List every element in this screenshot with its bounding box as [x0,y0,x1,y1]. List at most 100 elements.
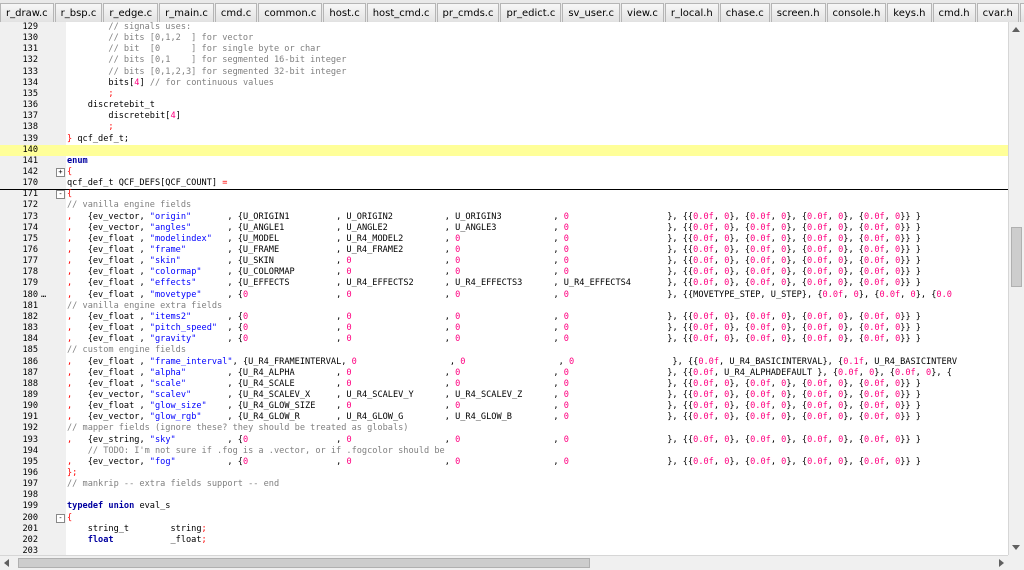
code-line[interactable]: 178, {ev_float , "colormap" , {U_COLORMA… [0,267,1008,278]
code-line[interactable]: 200 -{ [0,513,1008,524]
code-line[interactable]: 139} qcf_def_t; [0,134,1008,145]
code-line[interactable]: 174, {ev_vector, "angles" , {U_ANGLE1 , … [0,223,1008,234]
line-number: 192 [22,423,38,434]
code-line[interactable]: 131 // bit [0 ] for single byte or char [0,44,1008,55]
tab-file[interactable]: r_edge.c [103,3,159,22]
code-line[interactable]: 138 ; [0,122,1008,133]
code-token: , [770,245,782,255]
horizontal-scrollbar[interactable] [0,555,1008,570]
fold-collapse-icon[interactable]: - [56,190,65,200]
code-line[interactable]: 132 // bits [0,1 ] for segmented 16-bit … [0,55,1008,66]
code-line[interactable]: 172 // vanilla engine fields [0,200,1008,211]
code-token: , { [175,434,243,445]
code-line[interactable]: 133 // bits [0,1,2,3] for segmented 32-b… [0,67,1008,78]
code-token: }, { [786,245,808,255]
scroll-left-arrow-icon[interactable] [4,559,9,567]
fold-expand-icon[interactable]: + [56,167,65,177]
tab-file[interactable]: pr_edict.c [500,3,562,22]
code-token: // mapper fields (ignore these? they sho… [67,423,409,434]
code-line[interactable]: 202 float _float; [0,535,1008,546]
code-line[interactable]: 188, {ev_float , "scale" , {U_R4_SCALE ,… [0,379,1008,390]
tab-label: host_cmd.c [372,8,430,19]
tab-file[interactable]: host.c [323,3,366,22]
code-line[interactable]: 192 // mapper fields (ignore these? they … [0,423,1008,434]
tab-file[interactable]: r_main.c [159,3,214,22]
code-line[interactable]: 201 string_t string; [0,524,1008,535]
code-line[interactable]: 173, {ev_vector, "origin" , {U_ORIGIN1 ,… [0,212,1008,223]
code-line[interactable]: 203 [0,546,1008,555]
code-line[interactable]: 175, {ev_float , "modelindex" , {U_MODEL… [0,234,1008,245]
code-text: float _float; [67,535,207,546]
code-line[interactable]: 186, {ev_float , "frame_interval", {U_R4… [0,357,1008,368]
code-line[interactable]: 179, {ev_float , "effects" , {U_EFFECTS … [0,278,1008,289]
code-line[interactable]: 189, {ev_vector, "scalev" , {U_R4_SCALEV… [0,390,1008,401]
tab-file[interactable]: keys.h [887,3,932,22]
code-line[interactable]: 180… , {ev_float , "movetype" , {0 , 0 , … [0,290,1008,301]
code-line[interactable]: 197 // mankrip -- extra fields support --… [0,479,1008,490]
scroll-right-arrow-icon[interactable] [999,559,1004,567]
code-token: 0.0f [807,311,828,322]
code-line[interactable]: 136 discretebit_t [0,100,1008,111]
code-line[interactable]: 198 [0,490,1008,501]
code-line[interactable]: 181 // vanilla engine extra fields [0,301,1008,312]
code-token: , [900,289,911,300]
code-line[interactable]: 142 +{ [0,167,1008,178]
code-text: ; [67,122,113,133]
code-line[interactable]: 191, {ev_vector, "glow_rgb" , {U_R4_GLOW… [0,412,1008,423]
code-line[interactable]: 176, {ev_float , "frame" , {U_FRAME , U_… [0,245,1008,256]
tab-file[interactable]: common.c [258,3,323,22]
vertical-scrollbar[interactable] [1008,22,1024,555]
code-line[interactable]: 129 // signals uses: [0,22,1008,33]
code-token: }, { [843,456,865,467]
tab-file[interactable]: screen.h [770,3,826,22]
scroll-up-arrow-icon[interactable] [1012,27,1020,32]
tab-file[interactable]: view.c [621,3,664,22]
code-line[interactable]: 130 // bits [0,1,2 ] for vector [0,33,1008,44]
code-line[interactable]: 141 enum [0,156,1008,167]
code-token: { [67,166,73,177]
code-editor[interactable]: 129 // signals uses: 130 // bits [0,1,2 ]… [0,22,1008,555]
code-line[interactable]: 185 // custom engine fields [0,345,1008,356]
tab-file[interactable]: r_draw.c [0,3,54,22]
code-token: }} } [900,211,921,222]
code-line[interactable]: 194 // TODO: I'm not sure if .fog is a .… [0,446,1008,457]
tab-file[interactable]: sv_user.c [562,3,621,22]
tab-file[interactable]: r_bsp.c [54,3,103,22]
code-line[interactable]: 199 typedef union eval_s [0,501,1008,512]
code-line[interactable]: 196}; [0,468,1008,479]
code-line[interactable]: 140 [0,144,1008,156]
code-line[interactable]: 135 ; [0,89,1008,100]
tab-file[interactable]: input.h [1019,3,1024,22]
tab-file[interactable]: cmd.h [932,3,976,22]
code-line[interactable]: 184 , {ev_float , "gravity" , {0 , 0 , 0 … [0,334,1008,345]
code-line[interactable]: 195 , {ev_vector, "fog" , {0 , 0 , 0 , 0 … [0,457,1008,468]
code-line[interactable]: 183 , {ev_float , "pitch_speed" , {0 , 0 … [0,323,1008,334]
code-token: , [770,434,782,445]
tab-file[interactable]: cvar.h [976,3,1019,22]
tab-file[interactable]: console.h [826,3,887,22]
tab-file[interactable]: cmd.c [214,3,258,22]
tab-file[interactable]: chase.c [719,3,770,22]
code-line[interactable]: 190, {ev_float , "glow_size" , {U_R4_GLO… [0,401,1008,412]
code-line[interactable]: 171 -{ [0,189,1008,200]
code-token: 0.0f [863,233,885,244]
code-line[interactable]: 193 , {ev_string, "sky" , {0 , 0 , 0 , 0 … [0,435,1008,446]
code-line[interactable]: 187, {ev_float , "alpha" , {U_R4_ALPHA ,… [0,368,1008,379]
fold-collapse-icon[interactable]: - [56,513,65,523]
vertical-scroll-thumb[interactable] [1011,227,1022,287]
code-line[interactable]: 182 , {ev_float , "items2" , {0 , 0 , 0 ,… [0,312,1008,323]
tab-label: pr_edict.c [506,8,556,19]
tab-file[interactable]: host_cmd.c [366,3,436,22]
tab-file[interactable]: pr_cmds.c [436,3,500,22]
tab-file[interactable]: r_local.h [664,3,719,22]
code-line[interactable]: 134 bits[4] // for continuous values [0,78,1008,89]
horizontal-scroll-thumb[interactable] [18,558,590,568]
code-token: , [248,323,347,334]
line-number: 203 [22,546,38,555]
code-text: , {ev_float , "scale" , {U_R4_SCALE , 0 … [67,379,921,390]
code-token: 0.0f [750,412,771,423]
scroll-down-arrow-icon[interactable] [1012,545,1020,550]
code-line[interactable]: 177 , {ev_float , "skin" , {U_SKIN , 0 , … [0,256,1008,267]
code-token: , [460,456,564,467]
code-line[interactable]: 137 discretebit[4] [0,111,1008,122]
